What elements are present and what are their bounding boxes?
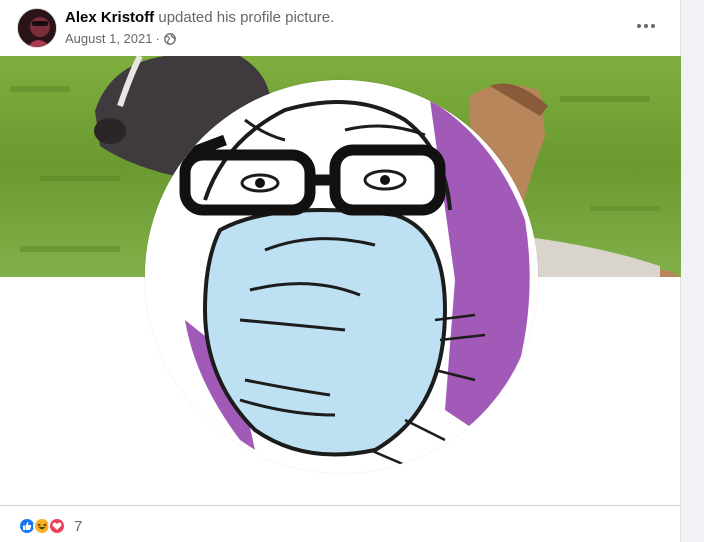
more-options-button[interactable] (628, 10, 664, 42)
post-action-text: updated his profile picture. (158, 9, 335, 26)
post-title-line: Alex Kristoff updated his profile pictur… (65, 9, 334, 26)
profile-picture-drawing (145, 80, 538, 473)
globe-icon[interactable] (163, 32, 176, 45)
love-icon (48, 517, 66, 535)
post-meta: August 1, 2021 · (65, 31, 176, 46)
author-avatar[interactable] (17, 8, 57, 48)
avatar-image (18, 9, 56, 47)
author-name[interactable]: Alex Kristoff (65, 9, 154, 26)
more-options-icon (637, 24, 655, 28)
reactions-summary[interactable]: 7 (18, 516, 82, 536)
post-date[interactable]: August 1, 2021 (65, 31, 152, 46)
feed-post: Alex Kristoff updated his profile pictur… (0, 0, 681, 542)
reaction-count: 7 (74, 517, 83, 535)
meta-separator: · (155, 31, 160, 46)
post-header: Alex Kristoff updated his profile pictur… (0, 0, 681, 56)
profile-picture[interactable] (145, 80, 538, 473)
post-divider (0, 505, 681, 506)
